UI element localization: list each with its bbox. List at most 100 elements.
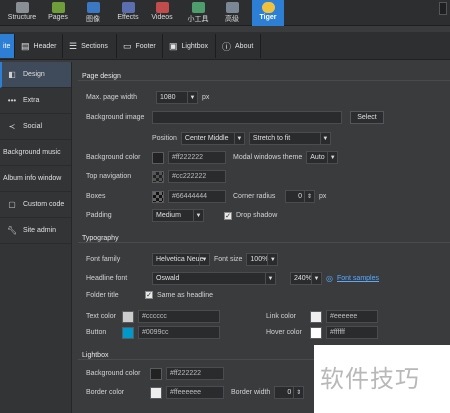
lightbox-border-label: Border color [86, 389, 125, 396]
tab-header[interactable]: ▤ Header [16, 34, 63, 58]
link-color-field[interactable]: #eeeeee [326, 310, 378, 323]
position-row: Position Center Middle ▼ Stretch to fit … [152, 132, 331, 145]
header-icon: ▤ [21, 40, 30, 51]
toolbar-label: 高级 [225, 16, 239, 23]
font-samples-link[interactable]: Font samples [337, 275, 379, 282]
tab-lightbox[interactable]: ▣ Lightbox [164, 34, 216, 58]
font-family-label: Font family [86, 256, 121, 263]
hover-color-field[interactable]: #ffffff [326, 326, 378, 339]
folder-title-label: Folder title [86, 291, 119, 299]
lightbox-border-swatch[interactable] [150, 386, 162, 399]
top-nav-swatch[interactable] [152, 170, 164, 183]
top-nav-row: Top navigation #cc222222 [86, 170, 226, 183]
toolbar-videos-button[interactable]: Videos [148, 0, 176, 26]
bg-color-swatch[interactable] [152, 151, 164, 164]
corner-radius-value: 0 [298, 193, 302, 200]
toolbar-label: 小工具 [187, 16, 209, 23]
sidebar-item-album-info[interactable]: Album info window [0, 166, 71, 192]
text-color-label: Text color [86, 313, 116, 320]
max-width-select[interactable]: 1080 ▼ [156, 91, 198, 104]
boxes-swatch[interactable] [152, 190, 164, 203]
max-width-value: 1080 [160, 94, 176, 101]
drop-shadow-checkbox[interactable]: ✓ [224, 211, 232, 220]
border-width-stepper[interactable]: 0 ⇕ [274, 386, 305, 399]
toolbar-label: Pages [48, 14, 68, 21]
fit-select[interactable]: Stretch to fit ▼ [248, 132, 331, 145]
toolbar-pages-button[interactable]: Pages [44, 0, 72, 26]
chevron-down-icon: ▼ [193, 210, 203, 221]
button-color-swatch[interactable] [122, 326, 134, 339]
lightbox-icon: ▣ [169, 40, 178, 51]
tab-footer[interactable]: ▭ Footer [118, 34, 163, 58]
toolbar-label: 图像 [86, 16, 100, 23]
toolbar-images-button[interactable]: 图像 [82, 0, 104, 26]
select-image-button[interactable]: Select [350, 111, 384, 124]
sidebar-item-social[interactable]: ≺ Social [0, 114, 71, 140]
sidebar-item-site-admin[interactable]: 🔧︎ Site admin [0, 218, 71, 244]
info-icon: ⓘ [222, 41, 232, 52]
watermark: 软件技巧 [314, 345, 450, 413]
text-color-field[interactable]: #cccccc [138, 310, 220, 323]
padding-select[interactable]: Medium ▼ [152, 209, 204, 222]
tab-label: Lightbox [181, 42, 208, 50]
bg-image-label: Background image [86, 114, 145, 121]
tab-about[interactable]: ⓘ About [217, 34, 261, 58]
modal-theme-label: Modal windows theme [233, 154, 303, 161]
link-color-swatch[interactable] [310, 310, 322, 323]
images-icon [86, 2, 100, 13]
tiger-icon [261, 2, 275, 13]
padding-row: Padding Medium ▼ ✓ Drop shadow [86, 209, 277, 222]
sidebar-item-custom-code[interactable]: ▢ Custom code [0, 192, 71, 218]
sidebar-item-design[interactable]: ◧ Design [0, 62, 71, 88]
lightbox-border-field[interactable]: #ffeeeeee [166, 386, 224, 399]
bg-image-row: Background image Select [86, 111, 384, 124]
same-as-headline-checkbox[interactable]: ✓ [145, 291, 153, 299]
bg-image-field[interactable] [152, 111, 342, 124]
tab-sections[interactable]: ☰ Sections [64, 34, 117, 58]
sidebar-item-extra[interactable]: ••• Extra [0, 88, 71, 114]
sidebar-item-label: Social [23, 123, 43, 130]
globe-icon: ◎ [326, 274, 333, 283]
padding-label: Padding [86, 212, 112, 219]
font-family-select[interactable]: Helvetica Neue ▼ [152, 253, 210, 266]
bg-color-field[interactable]: #ff222222 [168, 151, 226, 164]
section-title: Lightbox [82, 352, 109, 359]
hover-color-swatch[interactable] [310, 326, 322, 339]
lightbox-bg-label: Background color [86, 370, 141, 377]
toolbar-effects-button[interactable]: Effects [114, 0, 142, 26]
typography-heading: Typography [82, 235, 119, 242]
share-icon: ≺ [8, 122, 16, 131]
page-design-heading: Page design [82, 73, 121, 80]
headline-size-select[interactable]: 240% ▼ [290, 272, 322, 285]
chevron-down-icon: ▼ [187, 92, 197, 103]
top-nav-field[interactable]: #cc222222 [168, 170, 226, 183]
toolbar-structure-button[interactable]: Structure [4, 0, 40, 26]
sidebar-item-background-music[interactable]: Background music [0, 140, 71, 166]
toolbar-advanced-button[interactable]: 高级 [220, 0, 244, 26]
button-color-field[interactable]: #0099cc [138, 326, 220, 339]
stepper-arrows-icon: ⇕ [293, 387, 303, 398]
toolbar-widgets-button[interactable]: 小工具 [184, 0, 212, 26]
tab-label: About [235, 42, 254, 50]
text-color-swatch[interactable] [122, 310, 134, 323]
modal-theme-select[interactable]: Auto ▼ [306, 151, 339, 164]
button-color-row: Button #0099cc Hover color #ffffff [86, 326, 378, 339]
advanced-icon [225, 2, 239, 13]
headline-font-select[interactable]: Oswald ▼ [152, 272, 276, 285]
position-select[interactable]: Center Middle ▼ [180, 132, 245, 145]
pages-icon [51, 2, 65, 13]
boxes-field[interactable]: #66444444 [168, 190, 226, 203]
headline-font-value: Oswald [156, 275, 180, 282]
lightbox-bg-field[interactable]: #ff222222 [166, 367, 224, 380]
font-size-select[interactable]: 100% ▼ [246, 253, 279, 266]
chevron-down-icon: ▼ [311, 273, 321, 284]
corner-radius-label: Corner radius [233, 193, 276, 200]
lightbox-bg-swatch[interactable] [150, 367, 162, 380]
corner-radius-stepper[interactable]: 0 ⇕ [285, 190, 315, 203]
panel-toggle-button[interactable] [439, 2, 447, 15]
tab-site[interactable]: ite [0, 34, 15, 58]
tab-label: Footer [135, 42, 156, 50]
stepper-arrows-icon: ⇕ [304, 191, 314, 202]
bg-color-row: Background color #ff222222 Modal windows… [86, 151, 339, 164]
toolbar-tiger-button[interactable]: Tiger [252, 0, 284, 26]
